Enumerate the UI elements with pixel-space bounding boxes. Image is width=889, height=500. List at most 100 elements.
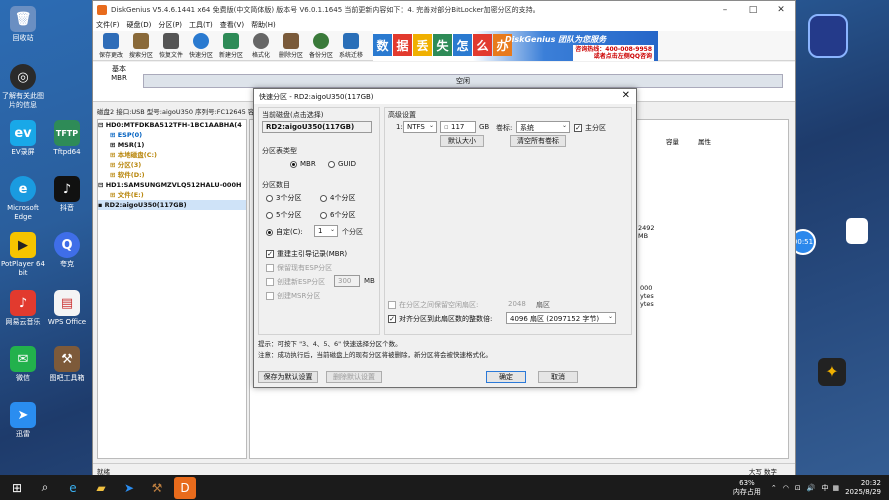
align-sector-select[interactable]: 4096 扇区 (2097152 字节) ⌄: [506, 312, 616, 324]
menu-partition[interactable]: 分区(P): [158, 20, 182, 30]
mbr-radio[interactable]: MBR: [290, 160, 316, 168]
toolbox-taskbar-icon[interactable]: ⚒: [146, 477, 168, 499]
desktop-icon-potplayer[interactable]: ▶ PotPlayer 64 bit: [0, 232, 46, 278]
current-disk-field[interactable]: RD2:aigoU350(117GB): [262, 121, 372, 133]
desktop-icon-netease-music[interactable]: ♪ 网易云音乐: [0, 290, 46, 327]
radio-dot: [328, 160, 335, 168]
volume-icon[interactable]: 🔊: [807, 484, 816, 492]
desktop-icon-xunlei[interactable]: ➤ 迅雷: [0, 402, 46, 439]
edge-taskbar-icon[interactable]: e: [62, 477, 84, 499]
windows-start-icon[interactable]: ⊞: [6, 477, 28, 499]
default-size-button[interactable]: 默认大小: [440, 135, 484, 147]
desktop-icon-learn-about-picture[interactable]: ◎ 了解有关此图片的信息: [0, 64, 46, 110]
align-partition-checkbox[interactable]: ✓ 对齐分区到此扇区数的整数倍:: [388, 314, 492, 324]
delete-default-button[interactable]: 删除默认设置: [326, 371, 382, 383]
search-partition-button[interactable]: 搜索分区: [126, 32, 156, 59]
filesystem-select[interactable]: NTFS ⌄: [403, 121, 437, 133]
free-space-block[interactable]: 空闲: [143, 74, 783, 88]
rebuild-mbr-checkbox[interactable]: ✓ 重建主引导记录(MBR): [266, 249, 347, 259]
dialog-title: 快速分区 - RD2:aigoU350(117GB): [259, 93, 374, 101]
menu-tools[interactable]: 工具(T): [189, 20, 213, 30]
cancel-button[interactable]: 取消: [538, 371, 578, 383]
ok-button[interactable]: 确定: [486, 371, 526, 383]
menu-disk[interactable]: 硬盘(D): [127, 20, 152, 30]
format-button[interactable]: 格式化: [246, 32, 276, 59]
save-changes-button[interactable]: 保存更改: [96, 32, 126, 59]
xunlei-taskbar-icon[interactable]: ➤: [118, 477, 140, 499]
new-partition-button[interactable]: 新建分区: [216, 32, 246, 59]
tree-item-hd1[interactable]: ⊟ HD1:SAMSUNGMZVLQ512HALU-000H: [98, 180, 246, 190]
backup-partition-button[interactable]: 备份分区: [306, 32, 336, 59]
input-grid-icon[interactable]: ▦: [832, 484, 839, 492]
wifi-icon[interactable]: ◠: [783, 484, 789, 492]
desktop-icon-tuba-toolbox[interactable]: ⚒ 图吧工具箱: [44, 346, 90, 383]
tree-item-rd2[interactable]: ▪ RD2:aigoU350(117GB): [98, 200, 246, 210]
desktop-icon-recycle-bin[interactable]: 🗑 回收站: [0, 6, 46, 43]
create-esp-checkbox[interactable]: 创建新ESP分区: [266, 277, 325, 287]
dialog-titlebar[interactable]: 快速分区 - RD2:aigoU350(117GB) ✕: [254, 89, 636, 104]
clear-volume-labels-button[interactable]: 清空所有卷标: [510, 135, 566, 147]
status-bar: 就绪 大写 数字: [93, 463, 795, 476]
custom-count-select[interactable]: 1 ⌄: [314, 225, 338, 237]
guid-radio[interactable]: GUID: [328, 160, 356, 168]
partition-table-type-label: 分区表类型: [262, 147, 297, 155]
search-icon[interactable]: ⌕: [34, 477, 56, 499]
network-icon[interactable]: ⊡: [795, 484, 801, 492]
partition-size-field[interactable]: ▫ 117: [440, 121, 476, 133]
create-msr-checkbox[interactable]: 创建MSR分区: [266, 291, 320, 301]
ad-banner[interactable]: 数 据 丢 失 怎 么 办 DiskGenius 团队为您服务 咨询热线：400…: [373, 31, 658, 61]
desktop-icon-ev-recorder[interactable]: ev EV录屏: [0, 120, 46, 157]
three-partitions-radio[interactable]: 3个分区: [266, 193, 301, 203]
robot-mascot-icon[interactable]: [808, 14, 848, 58]
six-partitions-radio[interactable]: 6个分区: [320, 210, 355, 220]
desktop-icon-tftpd64[interactable]: TFTP Tftpd64: [44, 120, 90, 157]
file-explorer-icon[interactable]: ▰: [90, 477, 112, 499]
quick-partition-icon: [193, 32, 209, 49]
recover-files-button[interactable]: 恢复文件: [156, 32, 186, 59]
custom-count-radio[interactable]: 自定(C):: [266, 227, 303, 237]
desktop-icon-wps[interactable]: ▤ WPS Office: [44, 290, 90, 327]
reserve-sectors-value: 2048: [508, 300, 526, 308]
delete-partition-button[interactable]: 删除分区: [276, 32, 306, 59]
reserve-free-sectors-checkbox[interactable]: 在分区之间保留空闲扇区:: [388, 300, 478, 310]
tree-item-hd0[interactable]: ⊟ HD0:MTFDKBA512TFH-1BC1AABHA(4: [98, 120, 246, 130]
menu-view[interactable]: 查看(V): [220, 20, 244, 30]
volume-label-select[interactable]: 系统 ⌄: [516, 121, 570, 133]
window-titlebar[interactable]: DiskGenius V5.4.6.1441 x64 免费版(中文简体版) 版本…: [93, 1, 795, 18]
menu-help[interactable]: 帮助(H): [251, 20, 276, 30]
system-migration-button[interactable]: 系统迁移: [336, 32, 366, 59]
tree-item-c[interactable]: ⊞ 本地磁盘(C:): [98, 150, 246, 160]
menubar: 文件(F) 硬盘(D) 分区(P) 工具(T) 查看(V) 帮助(H): [93, 18, 795, 31]
four-partitions-radio[interactable]: 4个分区: [320, 193, 355, 203]
shield-float-icon[interactable]: [846, 218, 868, 244]
primary-partition-checkbox[interactable]: ✓ 主分区: [574, 123, 606, 133]
memory-usage[interactable]: 63% 内存占用: [733, 479, 761, 497]
desktop-icon-wechat[interactable]: ✉ 微信: [0, 346, 46, 383]
tree-item-esp[interactable]: ⊞ ESP(0): [98, 130, 246, 140]
window-title: DiskGenius V5.4.6.1441 x64 免费版(中文简体版) 版本…: [111, 5, 540, 14]
reserve-sectors-unit: 扇区: [536, 301, 550, 309]
tree-item-msr[interactable]: ⊞ MSR(1): [98, 140, 246, 150]
keep-esp-checkbox[interactable]: 保留现有ESP分区: [266, 263, 332, 273]
desktop-icon-douyin[interactable]: ♪ 抖音: [44, 176, 90, 213]
chevron-up-icon[interactable]: ⌃: [771, 484, 777, 492]
dialog-close-icon[interactable]: ✕: [622, 90, 630, 101]
minimize-button[interactable]: –: [711, 5, 739, 15]
clock[interactable]: 20:32 2025/8/29: [845, 479, 881, 497]
tree-item-d[interactable]: ⊞ 软件(D:): [98, 170, 246, 180]
quick-partition-button[interactable]: 快速分区: [186, 32, 216, 59]
menu-file[interactable]: 文件(F): [96, 20, 120, 30]
ime-indicator[interactable]: 中: [821, 483, 828, 493]
bird-app-icon[interactable]: ✦: [818, 358, 846, 386]
save-as-default-button[interactable]: 保存为默认设置: [258, 371, 318, 383]
tree-item-e[interactable]: ⊞ 文件(E:): [98, 190, 246, 200]
close-button[interactable]: ✕: [767, 5, 795, 15]
tree-item-partition3[interactable]: ⊞ 分区(3): [98, 160, 246, 170]
desktop-icon-quark[interactable]: Q 夸克: [44, 232, 90, 269]
desktop-icon-edge[interactable]: e Microsoft Edge: [0, 176, 46, 222]
five-partitions-radio[interactable]: 5个分区: [266, 210, 301, 220]
maximize-button[interactable]: □: [739, 5, 767, 15]
quick-partition-dialog: 快速分区 - RD2:aigoU350(117GB) ✕ 当前磁盘(点击选择) …: [253, 88, 637, 388]
diskgenius-taskbar-icon[interactable]: D: [174, 476, 196, 499]
esp-size-field[interactable]: 300: [334, 275, 360, 287]
